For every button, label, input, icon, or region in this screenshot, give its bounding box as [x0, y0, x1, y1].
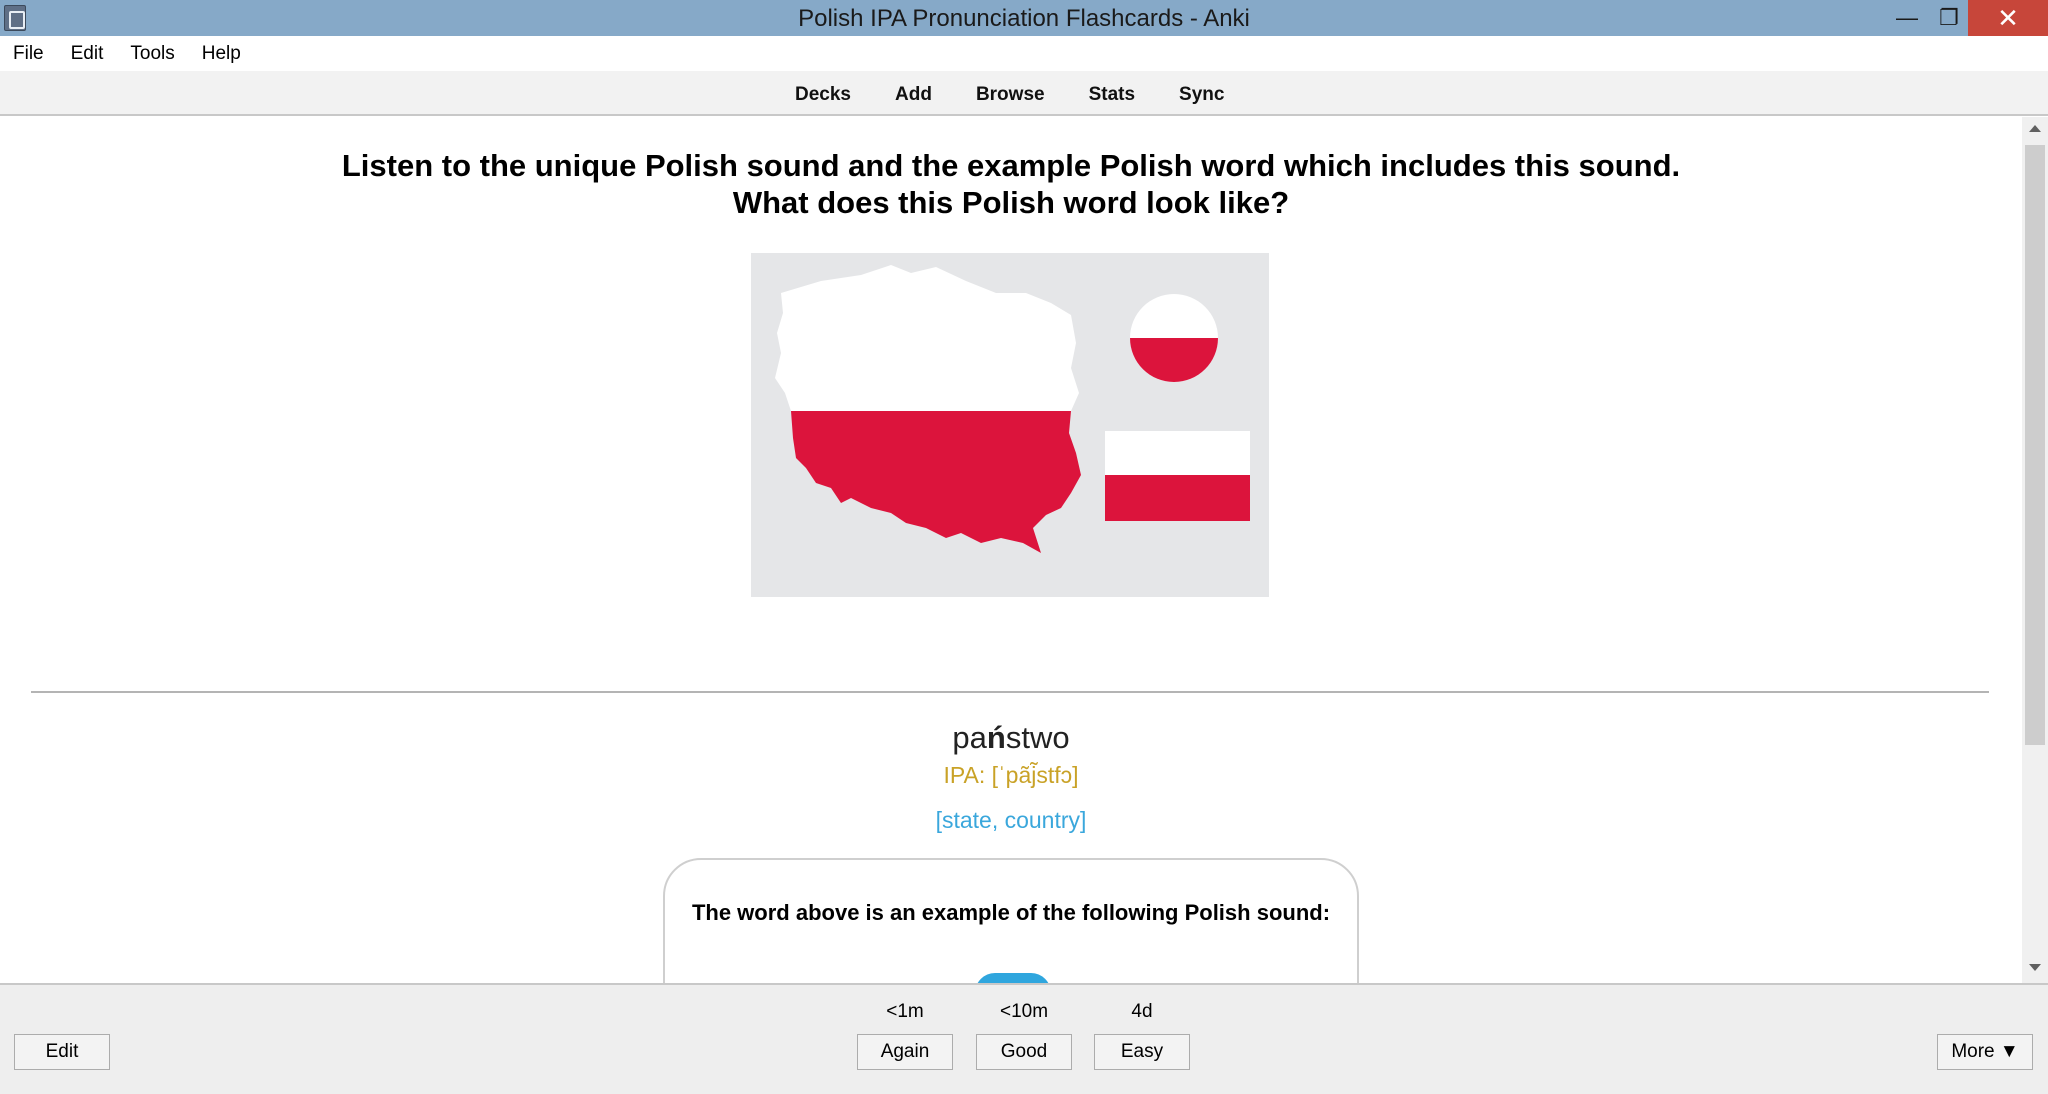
title-bar: Polish IPA Pronunciation Flashcards - An… [0, 0, 2048, 36]
scrollbar-thumb[interactable] [2025, 145, 2045, 745]
close-icon[interactable]: ✕ [1968, 0, 2048, 36]
more-button[interactable]: More ▼ [1937, 1034, 2033, 1070]
easy-button[interactable]: Easy [1094, 1034, 1190, 1070]
scroll-down-icon[interactable] [2029, 964, 2041, 971]
sound-play-button[interactable] [975, 973, 1051, 983]
poland-map-flag-icon [751, 253, 1269, 597]
good-interval: <10m [999, 1001, 1049, 1022]
edit-button[interactable]: Edit [14, 1034, 110, 1070]
word-prefix: pa [952, 720, 987, 755]
toolbar-add[interactable]: Add [895, 84, 932, 106]
question-line-2: What does this Polish word look like? [732, 185, 1290, 220]
menu-edit[interactable]: Edit [61, 43, 114, 65]
card-question: Listen to the unique Polish sound and th… [0, 147, 2022, 221]
toolbar-sync[interactable]: Sync [1179, 84, 1224, 106]
word-suffix: stwo [1005, 720, 1070, 755]
example-word: państwo [0, 720, 2022, 756]
main-toolbar: Decks Add Browse Stats Sync [0, 71, 2048, 116]
minimize-icon[interactable]: — [1884, 0, 1930, 36]
question-line-1: Listen to the unique Polish sound and th… [341, 148, 1681, 183]
card-view: Listen to the unique Polish sound and th… [0, 117, 2022, 983]
sound-example-box: The word above is an example of the foll… [663, 858, 1359, 983]
toolbar-browse[interactable]: Browse [976, 84, 1045, 106]
easy-interval: 4d [1131, 1001, 1153, 1022]
menu-bar: File Edit Tools Help [0, 36, 2048, 71]
toolbar-stats[interactable]: Stats [1089, 84, 1135, 106]
menu-file[interactable]: File [3, 43, 54, 65]
again-button[interactable]: Again [857, 1034, 953, 1070]
word-meaning: [state, country] [935, 807, 1087, 833]
poland-map-flag-image [751, 253, 1269, 597]
toolbar-decks[interactable]: Decks [795, 84, 851, 106]
menu-help[interactable]: Help [192, 43, 251, 65]
vertical-scrollbar[interactable] [2022, 117, 2048, 983]
menu-tools[interactable]: Tools [120, 43, 184, 65]
maximize-icon[interactable]: ❐ [1926, 0, 1972, 36]
sound-box-label: The word above is an example of the foll… [691, 900, 1331, 925]
answer-divider [31, 691, 1989, 693]
review-bottom-bar: Edit <1m <10m 4d Again Good Easy More ▼ [0, 983, 2048, 1094]
again-interval: <1m [886, 1001, 924, 1022]
scroll-up-icon[interactable] [2029, 125, 2041, 132]
ipa-transcription: IPA: [ˈpãj̃stfɔ] [943, 762, 1079, 788]
good-button[interactable]: Good [976, 1034, 1072, 1070]
word-highlight-letter: ń [986, 720, 1006, 755]
window-title: Polish IPA Pronunciation Flashcards - An… [798, 5, 1250, 32]
